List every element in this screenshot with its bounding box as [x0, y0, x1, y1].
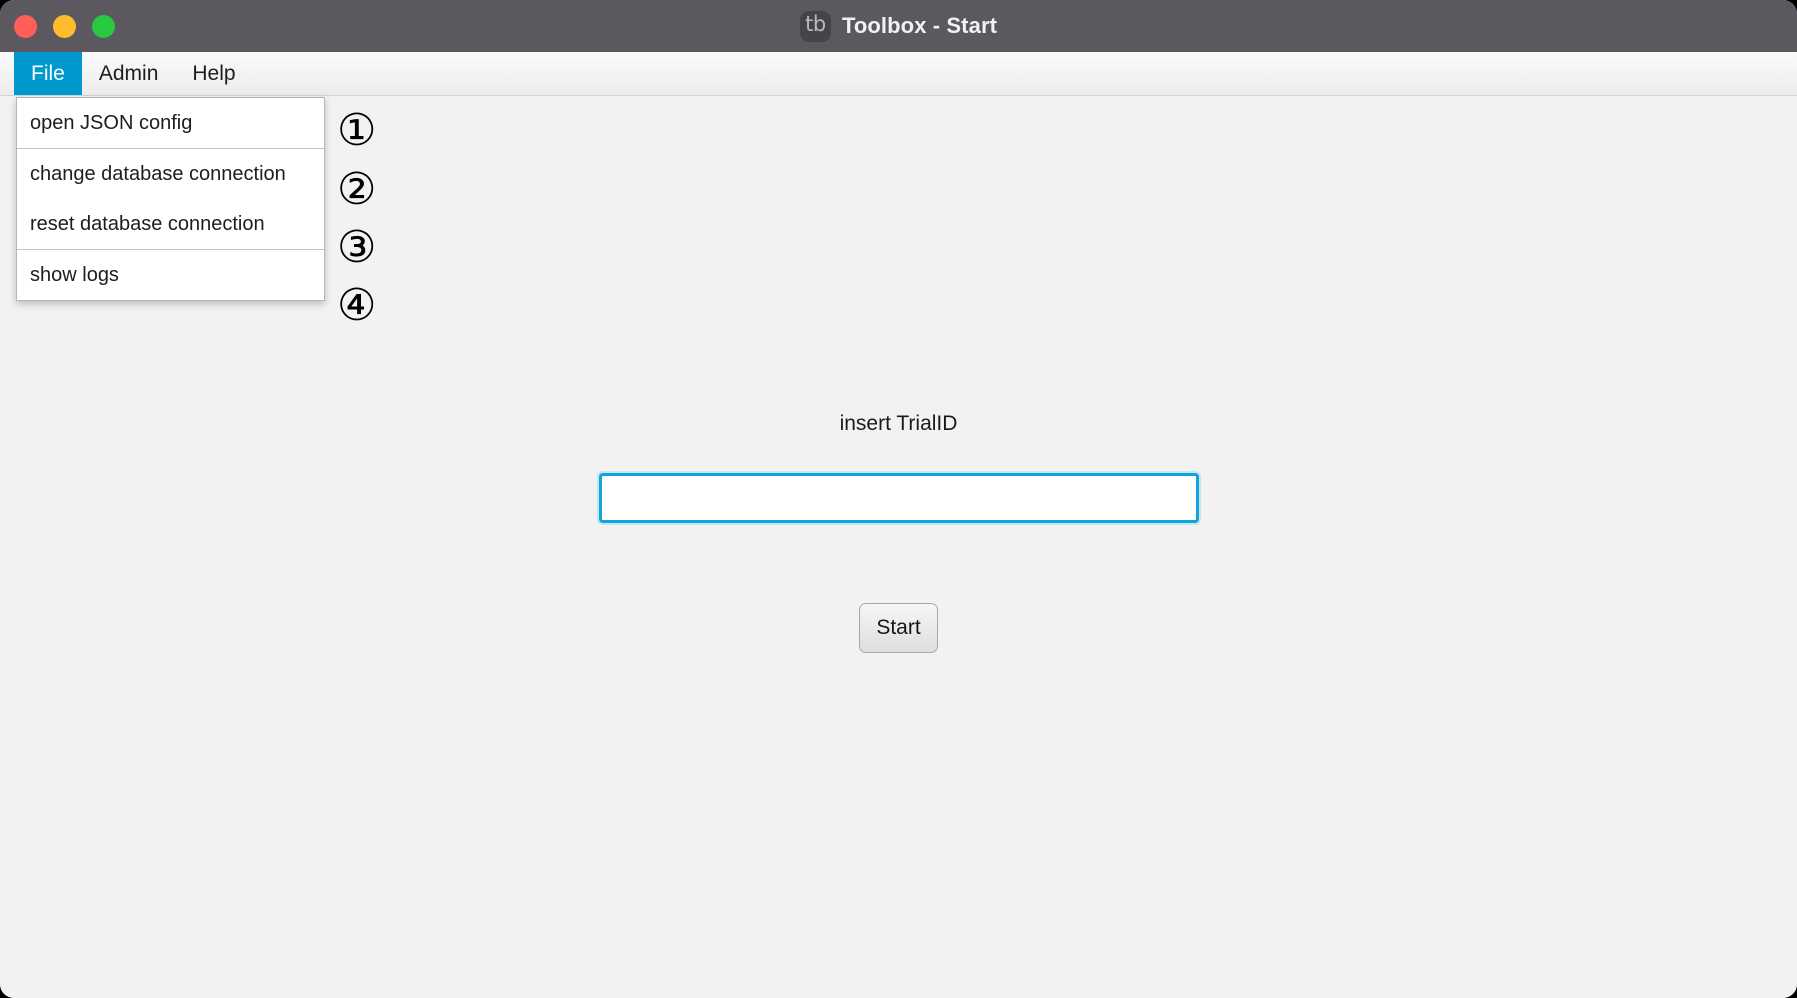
file-menu-group-3: show logs: [17, 250, 324, 300]
menu-file[interactable]: File: [14, 52, 82, 95]
menu-item-change-database-connection[interactable]: change database connection: [17, 149, 324, 199]
menu-item-reset-database-connection[interactable]: reset database connection: [17, 199, 324, 249]
menu-item-open-json-config[interactable]: open JSON config: [17, 98, 324, 148]
menu-admin[interactable]: Admin: [82, 52, 176, 95]
screen: tb Toolbox - Start File Admin Help open …: [0, 0, 1797, 998]
file-menu-group-2: change database connection reset databas…: [17, 149, 324, 249]
title-bar: tb Toolbox - Start: [0, 0, 1797, 52]
maximize-window-icon[interactable]: [92, 14, 115, 38]
file-dropdown-menu: open JSON config change database connect…: [16, 97, 325, 301]
trial-id-input[interactable]: [598, 473, 1199, 523]
file-menu-group-1: open JSON config: [17, 98, 324, 148]
window-controls: [14, 0, 115, 52]
toolbox-app-icon: tb: [799, 10, 831, 42]
app-window: tb Toolbox - Start File Admin Help open …: [0, 0, 1797, 998]
close-window-icon[interactable]: [14, 14, 37, 38]
start-button[interactable]: Start: [859, 603, 938, 653]
menu-help[interactable]: Help: [175, 52, 252, 95]
title-group: tb Toolbox - Start: [0, 0, 1797, 52]
menu-bar: File Admin Help: [0, 52, 1797, 96]
minimize-window-icon[interactable]: [53, 14, 76, 38]
trial-id-label: insert TrialID: [839, 412, 958, 435]
menu-item-show-logs[interactable]: show logs: [17, 250, 324, 300]
window-title: Toolbox - Start: [841, 13, 998, 38]
